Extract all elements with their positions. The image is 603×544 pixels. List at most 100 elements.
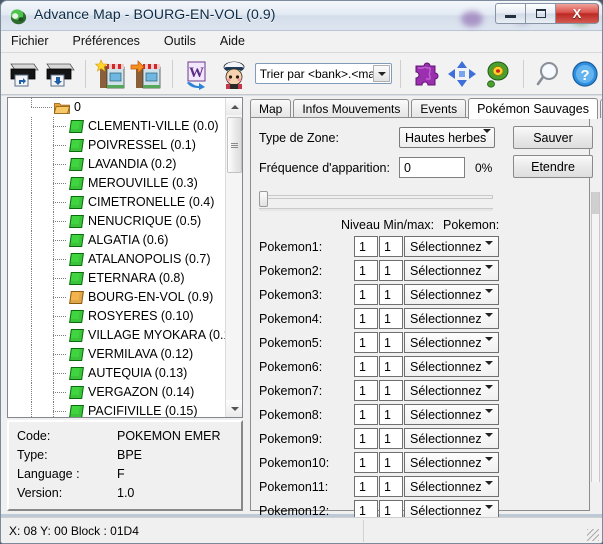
level-max-input[interactable]: 1 — [379, 356, 403, 377]
tab-pokemon-sauvages[interactable]: Pokémon Sauvages — [468, 98, 598, 119]
map-tree[interactable]: 0 CLEMENTI-VILLE (0.0) POIVRESSEL (0.1) LA… — [8, 98, 225, 417]
tree-item[interactable]: VERMILAVA (0.12) — [8, 345, 225, 364]
level-min-input[interactable]: 1 — [354, 380, 378, 401]
frequency-slider[interactable] — [259, 191, 493, 207]
sprite-editor-icon[interactable] — [217, 58, 251, 90]
level-min-input[interactable]: 1 — [354, 260, 378, 281]
chevron-down-icon[interactable] — [485, 289, 493, 307]
level-min-input[interactable]: 1 — [354, 284, 378, 305]
species-combo[interactable]: Sélectionnez — [404, 236, 499, 259]
level-max-input[interactable]: 1 — [379, 452, 403, 473]
level-min-input[interactable]: 1 — [354, 332, 378, 353]
slider-thumb[interactable] — [259, 191, 268, 207]
help-icon[interactable]: ? — [568, 58, 602, 90]
tree-item[interactable]: POIVRESSEL (0.1) — [8, 136, 225, 155]
species-combo[interactable]: Sélectionnez — [404, 260, 499, 283]
tree-item[interactable]: PACIFIVILLE (0.15) — [8, 402, 225, 417]
level-min-input[interactable]: 1 — [354, 404, 378, 425]
level-max-input[interactable]: 1 — [379, 308, 403, 329]
tree-item[interactable]: BOURG-EN-VOL (0.9) — [8, 288, 225, 307]
chevron-down-icon[interactable] — [483, 129, 491, 147]
connections-icon[interactable] — [445, 58, 479, 90]
level-max-input[interactable]: 1 — [379, 380, 403, 401]
extend-button[interactable]: Etendre — [513, 155, 593, 178]
chevron-down-icon[interactable] — [485, 241, 493, 259]
tree-item[interactable]: ALGATIA (0.6) — [8, 231, 225, 250]
chevron-down-icon[interactable] — [485, 361, 493, 379]
tree-item[interactable]: ETERNARA (0.8) — [8, 269, 225, 288]
level-max-input[interactable]: 1 — [379, 236, 403, 257]
chevron-down-icon[interactable] — [485, 313, 493, 331]
level-max-input[interactable]: 1 — [379, 404, 403, 425]
species-combo[interactable]: Sélectionnez — [404, 284, 499, 307]
chevron-down-icon[interactable] — [485, 385, 493, 403]
chevron-down-icon[interactable] — [485, 265, 493, 283]
tab-map[interactable]: Map — [250, 99, 292, 118]
scrollbar-thumb[interactable] — [227, 117, 242, 173]
level-min-input[interactable]: 1 — [354, 236, 378, 257]
menu-item-preferences[interactable]: Préférences — [72, 32, 151, 51]
chevron-down-icon[interactable] — [485, 481, 493, 499]
tab-infos-mouvements[interactable]: Infos Mouvements — [293, 99, 410, 118]
scroll-down-button[interactable] — [226, 400, 242, 417]
minimize-button[interactable] — [495, 3, 525, 24]
save-rom-icon[interactable] — [43, 58, 77, 90]
panel-scrollbar-thumb[interactable] — [592, 192, 599, 214]
level-max-input[interactable]: 1 — [379, 332, 403, 353]
level-max-input[interactable]: 1 — [379, 284, 403, 305]
frequency-input[interactable]: 0 — [399, 157, 465, 178]
chevron-down-icon[interactable] — [373, 65, 391, 82]
zone-type-combo[interactable]: Hautes herbes — [399, 127, 495, 148]
tree-item[interactable]: CLEMENTI-VILLE (0.0) — [8, 117, 225, 136]
chevron-down-icon[interactable] — [485, 337, 493, 355]
tree-scrollbar[interactable] — [225, 98, 242, 417]
tree-item[interactable]: NENUCRIQUE (0.5) — [8, 212, 225, 231]
species-combo[interactable]: Sélectionnez — [404, 332, 499, 355]
level-min-input[interactable]: 1 — [354, 428, 378, 449]
tree-item[interactable]: LAVANDIA (0.2) — [8, 155, 225, 174]
save-button[interactable]: Sauver — [513, 126, 593, 149]
species-combo[interactable]: Sélectionnez — [404, 380, 499, 403]
tree-item[interactable]: ROSYERES (0.10) — [8, 307, 225, 326]
level-min-input[interactable]: 1 — [354, 452, 378, 473]
tree-item[interactable]: AUTEQUIA (0.13) — [8, 364, 225, 383]
tree-item[interactable]: VERGAZON (0.14) — [8, 383, 225, 402]
species-combo[interactable]: Sélectionnez — [404, 428, 499, 451]
level-min-input[interactable]: 1 — [354, 308, 378, 329]
word-export-icon[interactable]: W — [181, 58, 215, 90]
species-combo[interactable]: Sélectionnez — [404, 404, 499, 427]
level-max-input[interactable]: 1 — [379, 260, 403, 281]
level-min-input[interactable]: 1 — [354, 476, 378, 497]
menu-item-aide[interactable]: Aide — [219, 32, 256, 51]
tree-item[interactable]: ATALANOPOLIS (0.7) — [8, 250, 225, 269]
level-min-input[interactable]: 1 — [354, 356, 378, 377]
menu-item-fichier[interactable]: Fichier — [10, 32, 60, 51]
tree-item[interactable]: VILLAGE MYOKARA (0.11) — [8, 326, 225, 345]
tree-root-node[interactable]: 0 — [8, 98, 225, 117]
new-map-icon[interactable] — [94, 58, 128, 90]
menu-item-outils[interactable]: Outils — [163, 32, 207, 51]
tab-events[interactable]: Events — [411, 99, 467, 118]
chevron-down-icon[interactable] — [485, 409, 493, 427]
tileset-icon[interactable] — [409, 58, 443, 90]
insert-map-icon[interactable] — [130, 58, 164, 90]
species-combo[interactable]: Sélectionnez — [404, 476, 499, 499]
scroll-up-button[interactable] — [226, 98, 242, 115]
resize-grip-icon[interactable] — [587, 529, 599, 541]
search-icon[interactable] — [532, 58, 566, 90]
open-rom-icon[interactable] — [7, 58, 41, 90]
species-combo[interactable]: Sélectionnez — [404, 452, 499, 475]
close-button[interactable]: X — [555, 3, 599, 24]
chevron-down-icon[interactable] — [485, 433, 493, 451]
species-combo[interactable]: Sélectionnez — [404, 308, 499, 331]
level-max-input[interactable]: 1 — [379, 476, 403, 497]
maximize-button[interactable] — [525, 3, 555, 24]
sort-combo[interactable]: Trier par <bank>.<map> — [254, 63, 393, 84]
panel-scrollbar[interactable] — [591, 192, 600, 482]
species-combo[interactable]: Sélectionnez — [404, 356, 499, 379]
chevron-down-icon[interactable] — [485, 457, 493, 475]
movement-icon[interactable] — [481, 58, 515, 90]
tree-item[interactable]: MEROUVILLE (0.3) — [8, 174, 225, 193]
tree-item[interactable]: CIMETRONELLE (0.4) — [8, 193, 225, 212]
level-max-input[interactable]: 1 — [379, 428, 403, 449]
